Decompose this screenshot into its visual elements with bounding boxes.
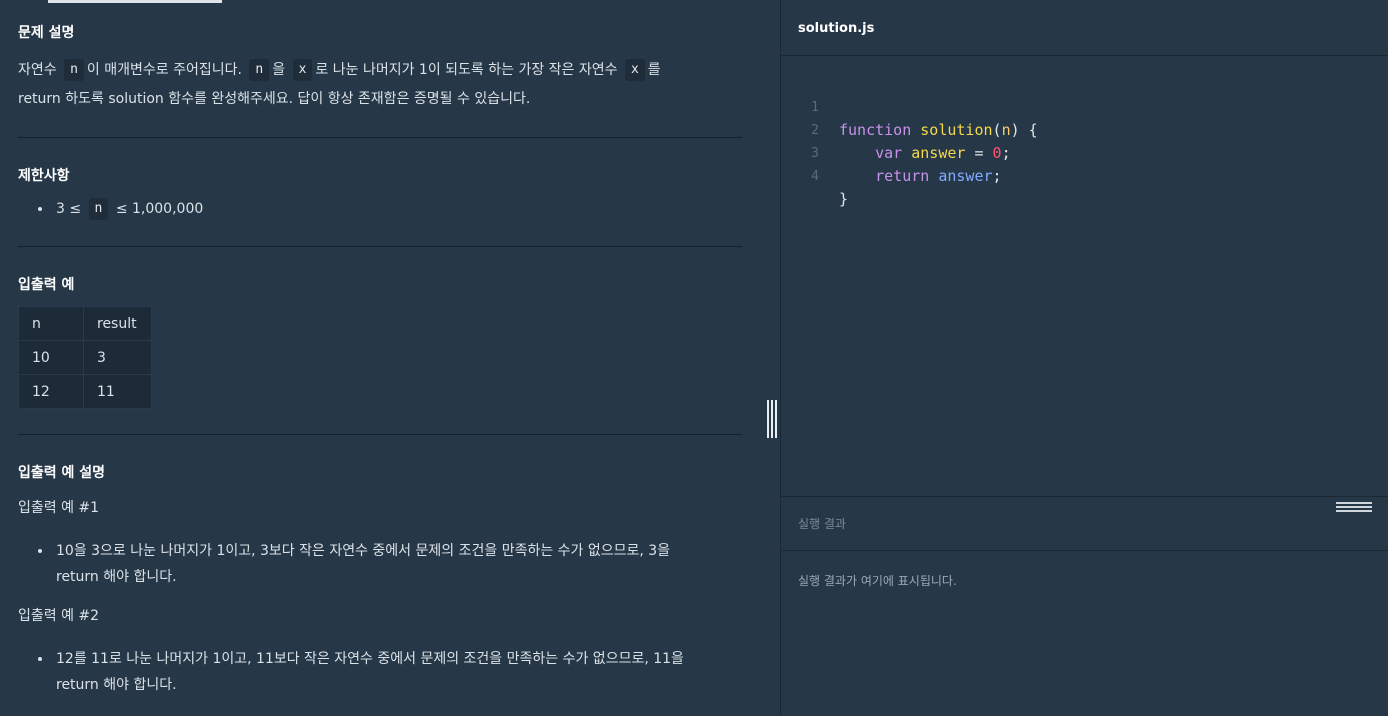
desc-text: 로 나눈 나머지가 1이 되도록 하는 가장 작은 자연수	[315, 62, 618, 78]
operator: =	[965, 144, 993, 162]
panel-resize-handle[interactable]	[766, 400, 778, 438]
problem-desc-line-2: return 하도록 solution 함수를 완성해주세요. 답이 항상 존재…	[18, 91, 531, 107]
code-content: return answer;	[839, 165, 1002, 187]
var-x-chip: x	[624, 59, 645, 81]
resize-grip-line	[1336, 510, 1372, 512]
punctuation: ) {	[1010, 121, 1038, 139]
line-number: 4	[811, 169, 819, 184]
table-cell: 10	[18, 340, 84, 375]
code-line[interactable]: 2 var answer = 0;	[781, 98, 1010, 162]
keyword: var	[875, 144, 903, 162]
example-1-list: 10을 3으로 나눈 나머지가 1이고, 3보다 작은 자연수 중에서 문제의 …	[18, 538, 764, 590]
result-title: 실행 결과	[798, 517, 846, 531]
code-content: function solution(n) {	[839, 119, 1038, 141]
problem-panel: 문제 설명 자연수 n이 매개변수로 주어집니다. n을 x로 나눈 나머지가 …	[0, 0, 764, 716]
resize-grip-line	[767, 400, 769, 438]
constraints-title: 제한사항	[18, 168, 70, 184]
table-cell: 11	[83, 374, 152, 409]
punctuation: (	[992, 121, 1002, 139]
editor-panel: solution.js 1 function solution(n) { 2 v…	[780, 0, 1388, 716]
tab-indicator	[48, 0, 222, 3]
desc-text: 을	[272, 62, 286, 78]
resize-grip-line	[1336, 502, 1372, 504]
example-2-text: return 해야 합니다.	[56, 677, 177, 693]
keyword: return	[875, 167, 930, 185]
punctuation: ;	[1001, 144, 1011, 162]
divider	[18, 434, 742, 435]
constraint-text: 3 ≤	[56, 201, 82, 217]
variable-name: answer	[911, 144, 966, 162]
io-example-table: n result 10 3 12 11	[18, 306, 152, 409]
io-example-title: 입출력 예	[18, 277, 75, 293]
table-row: 12 11	[18, 374, 152, 409]
example-2-text: 12를 11로 나눈 나머지가 1이고, 11보다 작은 자연수 중에서 문제의…	[56, 651, 684, 667]
divider	[18, 137, 742, 138]
table-header-row: n result	[18, 306, 152, 341]
table-header-cell: result	[83, 306, 152, 341]
list-item: 10을 3으로 나눈 나머지가 1이고, 3보다 작은 자연수 중에서 문제의 …	[38, 538, 764, 590]
var-n-chip: n	[249, 59, 270, 81]
table-cell: 3	[83, 340, 152, 375]
table-header-cell: n	[18, 306, 84, 341]
code-editor[interactable]: 1 function solution(n) { 2 var answer = …	[781, 56, 1388, 496]
result-header: 실행 결과	[781, 496, 1388, 551]
file-name: solution.js	[798, 21, 875, 36]
number-literal: 0	[992, 144, 1002, 162]
code-line[interactable]: 1 function solution(n) {	[781, 75, 1038, 139]
desc-text: 이 매개변수로 주어집니다.	[86, 62, 242, 78]
example-1-text: return 해야 합니다.	[56, 569, 177, 585]
resize-grip-line	[771, 400, 773, 438]
example-2-list: 12를 11로 나눈 나머지가 1이고, 11보다 작은 자연수 중에서 문제의…	[18, 646, 764, 698]
example-1-text: 10을 3으로 나눈 나머지가 1이고, 3보다 작은 자연수 중에서 문제의 …	[56, 543, 671, 559]
constraint-item: 3 ≤ n ≤ 1,000,000	[38, 196, 764, 222]
divider	[18, 246, 742, 247]
code-line[interactable]: 4 }	[781, 144, 853, 208]
punctuation: }	[839, 190, 849, 208]
result-output: 실행 결과가 여기에 표시됩니다.	[798, 574, 957, 588]
parameter: n	[1001, 121, 1011, 139]
example-2-title: 입출력 예 #2	[18, 608, 100, 624]
variable-name: answer	[938, 167, 993, 185]
app-frame: 문제 설명 자연수 n이 매개변수로 주어집니다. n을 x로 나눈 나머지가 …	[0, 0, 1388, 716]
desc-text: 자연수	[18, 62, 57, 78]
constraints-list: 3 ≤ n ≤ 1,000,000	[18, 196, 764, 222]
io-explanation-title: 입출력 예 설명	[18, 465, 106, 481]
problem-desc-line-1: 자연수 n이 매개변수로 주어집니다. n을 x로 나눈 나머지가 1이 되도록…	[18, 56, 742, 85]
list-item: 12를 11로 나눈 나머지가 1이고, 11보다 작은 자연수 중에서 문제의…	[38, 646, 764, 698]
result-resize-handle[interactable]	[1336, 501, 1372, 513]
example-1-title: 입출력 예 #1	[18, 500, 100, 516]
resize-grip-line	[1336, 506, 1372, 508]
var-n-chip: n	[88, 198, 109, 220]
table-cell: 12	[18, 374, 84, 409]
problem-section-title: 문제 설명	[18, 25, 75, 41]
desc-text: 를	[647, 62, 661, 78]
function-name: solution	[920, 121, 993, 139]
code-line[interactable]: 3 return answer;	[781, 121, 1001, 185]
table-row: 10 3	[18, 340, 152, 375]
code-content: }	[839, 188, 848, 210]
var-x-chip: x	[292, 59, 313, 81]
resize-grip-line	[775, 400, 777, 438]
var-n-chip: n	[64, 59, 84, 81]
constraint-text: ≤ 1,000,000	[115, 201, 204, 217]
punctuation: ;	[992, 167, 1002, 185]
problem-description: 자연수 n이 매개변수로 주어집니다. n을 x로 나눈 나머지가 1이 되도록…	[18, 56, 742, 114]
editor-file-header: solution.js	[781, 0, 1388, 56]
code-content: var answer = 0;	[839, 142, 1011, 164]
